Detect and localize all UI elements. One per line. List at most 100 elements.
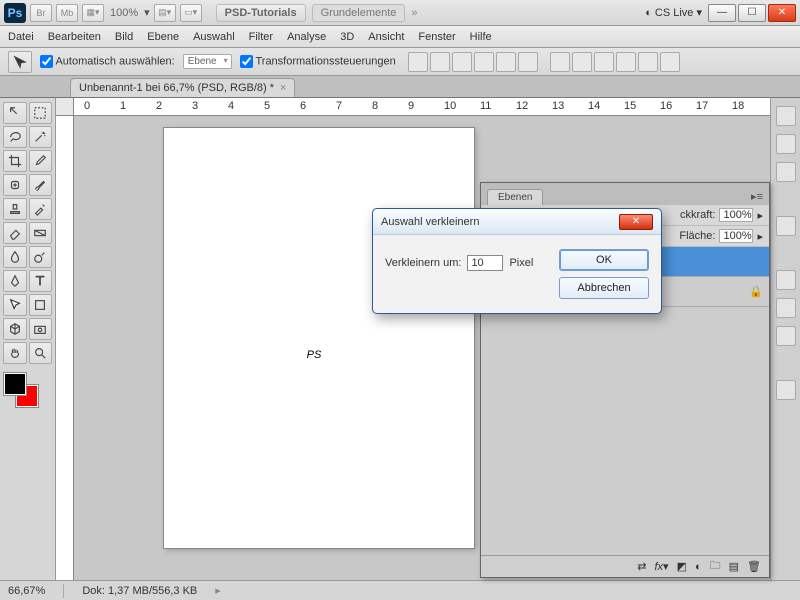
panel-menu-icon[interactable]: ▸≡ [749,188,765,205]
bridge-button[interactable]: Br [30,4,52,22]
layers-tab[interactable]: Ebenen [487,189,543,205]
ok-button[interactable]: OK [559,249,649,271]
status-doc-info[interactable]: Dok: 1,37 MB/556,3 KB [82,585,197,597]
3d-tool[interactable] [3,318,27,340]
screen-mode-button[interactable]: ▭▾ [180,4,202,22]
close-tab-icon[interactable]: × [280,82,286,94]
distribute-button[interactable] [660,52,680,72]
canvas-page[interactable]: PS [164,128,474,548]
distribute-button[interactable] [572,52,592,72]
current-tool-icon[interactable] [8,51,32,73]
menu-ebene[interactable]: Ebene [147,31,179,43]
marquee-tool[interactable] [29,102,53,124]
crop-tool[interactable] [3,150,27,172]
contract-selection-dialog: Auswahl verkleinern ✕ Verkleinern um: Pi… [372,208,662,314]
status-bar: 66,67% Dok: 1,37 MB/556,3 KB ▸ [0,580,800,600]
character-panel-icon[interactable] [776,270,796,290]
align-button[interactable] [496,52,516,72]
transform-controls-checkbox[interactable]: Transformationssteuerungen [240,55,396,68]
opacity-value[interactable]: 100% [719,208,753,222]
eraser-tool[interactable] [3,222,27,244]
swatches-panel-icon[interactable] [776,134,796,154]
menu-datei[interactable]: Datei [8,31,34,43]
minibridge-button[interactable]: Mb [56,4,78,22]
toolbox [0,98,56,580]
vertical-ruler [56,116,74,580]
document-tab[interactable]: Unbenannt-1 bei 66,7% (PSD, RGB/8) * × [70,78,295,97]
type-tool[interactable] [29,270,53,292]
workspace-other[interactable]: Grundelemente [312,4,406,22]
new-layer-icon[interactable]: ▤ [729,560,739,573]
menu-auswahl[interactable]: Auswahl [193,31,235,43]
status-zoom[interactable]: 66,67% [8,585,45,597]
document-tab-title: Unbenannt-1 bei 66,7% (PSD, RGB/8) * [79,82,274,94]
distribute-button[interactable] [616,52,636,72]
camera-tool[interactable] [29,318,53,340]
cslive-indicator[interactable]: ◐ CS Live ▾ [645,6,702,19]
menu-3d[interactable]: 3D [340,31,354,43]
menu-hilfe[interactable]: Hilfe [470,31,492,43]
document-tab-bar: Unbenannt-1 bei 66,7% (PSD, RGB/8) * × [0,76,800,98]
heal-tool[interactable] [3,174,27,196]
kuler-panel-icon[interactable] [776,326,796,346]
gradient-tool[interactable] [29,222,53,244]
lasso-tool[interactable] [3,126,27,148]
align-button[interactable] [474,52,494,72]
dialog-close-button[interactable]: ✕ [619,214,653,230]
contract-by-input[interactable] [467,255,503,271]
fill-value[interactable]: 100% [719,229,753,243]
color-swatches[interactable] [3,372,43,412]
workspace-more-icon[interactable]: » [411,7,417,19]
align-button[interactable] [408,52,428,72]
layer-fx-icon[interactable]: fx▾ [654,560,668,573]
view-extras-button[interactable]: ▦▾ [82,4,104,22]
auto-select-target[interactable]: Ebene [183,54,232,69]
auto-select-checkbox[interactable]: Automatisch auswählen: [40,55,175,68]
layer-group-icon[interactable]: 🗀 [710,557,721,576]
pen-tool[interactable] [3,270,27,292]
window-close-button[interactable]: ✕ [768,4,796,22]
color-panel-icon[interactable] [776,106,796,126]
distribute-button[interactable] [638,52,658,72]
delete-layer-icon[interactable]: 🗑 [747,560,761,573]
cancel-button[interactable]: Abbrechen [559,277,649,299]
actions-panel-icon[interactable] [776,298,796,318]
wand-tool[interactable] [29,126,53,148]
window-minimize-button[interactable]: — [708,4,736,22]
align-button[interactable] [430,52,450,72]
zoom-tool[interactable] [29,342,53,364]
shape-tool[interactable] [29,294,53,316]
brush-tool[interactable] [29,174,53,196]
blur-tool[interactable] [3,246,27,268]
menu-bild[interactable]: Bild [115,31,133,43]
link-layers-icon[interactable]: ⇄ [637,560,646,573]
menu-filter[interactable]: Filter [249,31,273,43]
menu-bearbeiten[interactable]: Bearbeiten [48,31,101,43]
align-button[interactable] [518,52,538,72]
adjustment-layer-icon[interactable]: ◐ [695,561,702,573]
arrange-button[interactable]: ▤▾ [154,4,176,22]
dodge-tool[interactable] [29,246,53,268]
styles-panel-icon[interactable] [776,216,796,236]
foreground-swatch[interactable] [3,372,27,396]
distribute-button[interactable] [550,52,570,72]
layer-mask-icon[interactable]: ◩ [677,560,687,573]
menu-ansicht[interactable]: Ansicht [368,31,404,43]
eyedropper-tool[interactable] [29,150,53,172]
window-maximize-button[interactable]: ☐ [738,4,766,22]
menu-analyse[interactable]: Analyse [287,31,326,43]
move-tool[interactable] [3,102,27,124]
adjustments-panel-icon[interactable] [776,380,796,400]
menu-fenster[interactable]: Fenster [418,31,455,43]
ruler-corner [56,98,74,116]
workspace-active[interactable]: PSD-Tutorials [216,4,306,22]
stamp-tool[interactable] [3,198,27,220]
hand-tool[interactable] [3,342,27,364]
path-select-tool[interactable] [3,294,27,316]
paragraph-panel-icon[interactable] [776,162,796,182]
distribute-button[interactable] [594,52,614,72]
zoom-preset[interactable]: 100% [110,7,138,19]
unit-label: Pixel [509,257,533,269]
history-brush-tool[interactable] [29,198,53,220]
align-button[interactable] [452,52,472,72]
